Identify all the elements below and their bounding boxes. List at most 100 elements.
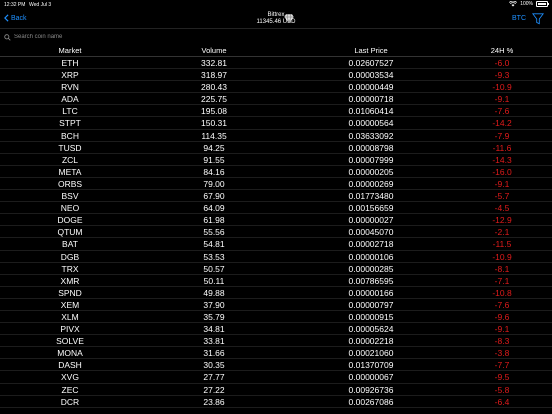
table-row[interactable]: DCR 23.86 0.00267086 -6.4 xyxy=(0,396,552,408)
cell-change: -10.8 xyxy=(492,287,512,298)
table-row[interactable]: ORBS 79.00 0.00000269 -9.1 xyxy=(0,178,552,191)
cell-market: ETH xyxy=(61,58,79,68)
table-row[interactable]: BAT 54.81 0.00002718 -11.5 xyxy=(0,238,552,251)
table-row[interactable]: TUSD 94.25 0.00008798 -11.6 xyxy=(0,142,552,154)
cell-change: -6.4 xyxy=(494,396,510,407)
cell-last-price: 0.00000564 xyxy=(348,118,394,129)
cell-market: SOLVE xyxy=(56,336,84,347)
cell-change: -9.5 xyxy=(494,372,510,383)
cell-last-price: 0.00005624 xyxy=(348,324,394,335)
cell-change: -14.3 xyxy=(492,154,512,165)
market-table: Market Volume Last Price 24H % ETH 332.81… xyxy=(0,45,552,408)
table-row[interactable]: LTC 195.08 0.01060414 -7.6 xyxy=(0,105,552,118)
currency-button[interactable]: BTC xyxy=(512,15,526,22)
cell-last-price: 0.03633092 xyxy=(348,130,394,141)
back-button[interactable]: Back xyxy=(4,14,27,22)
table-row[interactable]: SOLVE 33.81 0.00002218 -8.3 xyxy=(0,335,552,348)
filter-icon[interactable] xyxy=(532,13,544,25)
status-bar: 12:32 PM Wed Jul 3 100% xyxy=(0,0,552,10)
cell-last-price: 0.02607527 xyxy=(348,58,394,68)
header-volume[interactable]: Volume xyxy=(178,45,250,56)
cell-last-price: 0.00000166 xyxy=(348,287,394,298)
table-row[interactable]: NEO 64.09 0.00156659 -4.5 xyxy=(0,202,552,215)
cell-last-price: 0.00000067 xyxy=(348,372,394,383)
cell-market: PIVX xyxy=(60,324,80,335)
battery-percent: 100% xyxy=(520,1,533,7)
cell-volume: 53.53 xyxy=(203,251,225,262)
cell-market: ORBS xyxy=(57,178,83,189)
cell-last-price: 0.00008798 xyxy=(348,142,394,153)
table-row[interactable]: ADA 225.75 0.00000718 -9.1 xyxy=(0,93,552,106)
cell-volume: 35.79 xyxy=(203,311,225,322)
cell-volume: 31.66 xyxy=(203,348,225,359)
cell-volume: 37.90 xyxy=(203,299,225,310)
cell-change: -11.5 xyxy=(492,239,512,250)
table-row[interactable]: XRP 318.97 0.00003534 -9.3 xyxy=(0,69,552,82)
cell-market: DGB xyxy=(60,251,80,262)
cell-last-price: 0.00000718 xyxy=(348,94,394,105)
cell-change: -16.0 xyxy=(492,166,512,177)
cell-change: -10.9 xyxy=(492,251,512,262)
table-row[interactable]: XVG 27.77 0.00000067 -9.5 xyxy=(0,371,552,384)
table-row[interactable]: PIVX 34.81 0.00005624 -9.1 xyxy=(0,323,552,336)
cell-change: -10.9 xyxy=(492,82,512,93)
cell-change: -5.8 xyxy=(494,384,510,395)
table-row[interactable]: XEM 37.90 0.00000797 -7.6 xyxy=(0,299,552,311)
cell-volume: 50.57 xyxy=(203,263,225,274)
table-header: Market Volume Last Price 24H % xyxy=(0,45,552,57)
table-row[interactable]: QTUM 55.56 0.00045070 -2.1 xyxy=(0,226,552,239)
table-row[interactable]: META 84.16 0.00000205 -16.0 xyxy=(0,166,552,178)
table-row[interactable]: BCH 114.35 0.03633092 -7.9 xyxy=(0,130,552,142)
cell-market: BAT xyxy=(62,239,78,250)
header-last-price[interactable]: Last Price xyxy=(332,45,410,56)
cell-last-price: 0.00002218 xyxy=(348,336,394,347)
header-change[interactable]: 24H % xyxy=(476,45,528,56)
diamond-icon[interactable] xyxy=(284,14,294,23)
header-market[interactable]: Market xyxy=(40,45,100,56)
cell-change: -12.9 xyxy=(492,215,512,226)
cell-volume: 280.43 xyxy=(201,82,227,93)
table-body: ETH 332.81 0.02607527 -6.0 XRP 318.97 0.000035… xyxy=(0,57,552,408)
table-row[interactable]: XMR 50.11 0.00786595 -7.1 xyxy=(0,275,552,287)
table-row[interactable]: STPT 150.31 0.00000564 -14.2 xyxy=(0,117,552,130)
cell-market: NEO xyxy=(60,203,80,214)
cell-last-price: 0.00021060 xyxy=(348,348,394,359)
cell-volume: 64.09 xyxy=(203,203,225,214)
cell-market: STPT xyxy=(59,118,81,129)
table-row[interactable]: ETH 332.81 0.02607527 -6.0 xyxy=(0,57,552,70)
cell-volume: 34.81 xyxy=(203,324,225,335)
search-input[interactable] xyxy=(14,34,314,40)
cell-volume: 67.90 xyxy=(203,191,225,202)
table-row[interactable]: ZEC 27.22 0.00926736 -5.8 xyxy=(0,384,552,396)
cell-market: XVG xyxy=(61,372,79,383)
table-row[interactable]: BSV 67.90 0.01773480 -5.7 xyxy=(0,190,552,203)
table-row[interactable]: TRX 50.57 0.00000285 -8.1 xyxy=(0,263,552,275)
table-row[interactable]: RVN 280.43 0.00000449 -10.9 xyxy=(0,81,552,94)
table-row[interactable]: DOGE 61.98 0.00000027 -12.9 xyxy=(0,214,552,227)
cell-market: ZEC xyxy=(61,384,79,395)
table-row[interactable]: XLM 35.79 0.00000915 -9.6 xyxy=(0,311,552,324)
cell-change: -9.3 xyxy=(494,70,510,81)
cell-volume: 27.22 xyxy=(203,384,225,395)
cell-volume: 195.08 xyxy=(201,106,227,117)
cell-change: -7.7 xyxy=(494,360,510,371)
cell-market: DASH xyxy=(58,360,82,371)
cell-market: XEM xyxy=(60,299,80,310)
table-row[interactable]: ZCL 91.55 0.00007999 -14.3 xyxy=(0,154,552,166)
cell-last-price: 0.00045070 xyxy=(348,227,394,238)
cell-market: RVN xyxy=(61,82,79,93)
portfolio-total: 11345.46 USD xyxy=(256,19,296,25)
cell-change: -7.6 xyxy=(494,299,510,310)
cell-volume: 55.56 xyxy=(203,227,225,238)
cell-change: -8.3 xyxy=(494,336,510,347)
cell-change: -7.6 xyxy=(494,106,510,117)
exchange-name: Bittrex xyxy=(267,12,285,18)
cell-volume: 94.25 xyxy=(203,142,225,153)
cell-last-price: 0.00000285 xyxy=(348,263,394,274)
cell-last-price: 0.01370709 xyxy=(348,360,394,371)
table-row[interactable]: SPND 49.88 0.00000166 -10.8 xyxy=(0,287,552,299)
table-row[interactable]: MONA 31.66 0.00021060 -3.8 xyxy=(0,347,552,360)
table-row[interactable]: DGB 53.53 0.00000106 -10.9 xyxy=(0,251,552,263)
table-row[interactable]: DASH 30.35 0.01370709 -7.7 xyxy=(0,359,552,372)
cell-volume: 49.88 xyxy=(203,287,225,298)
